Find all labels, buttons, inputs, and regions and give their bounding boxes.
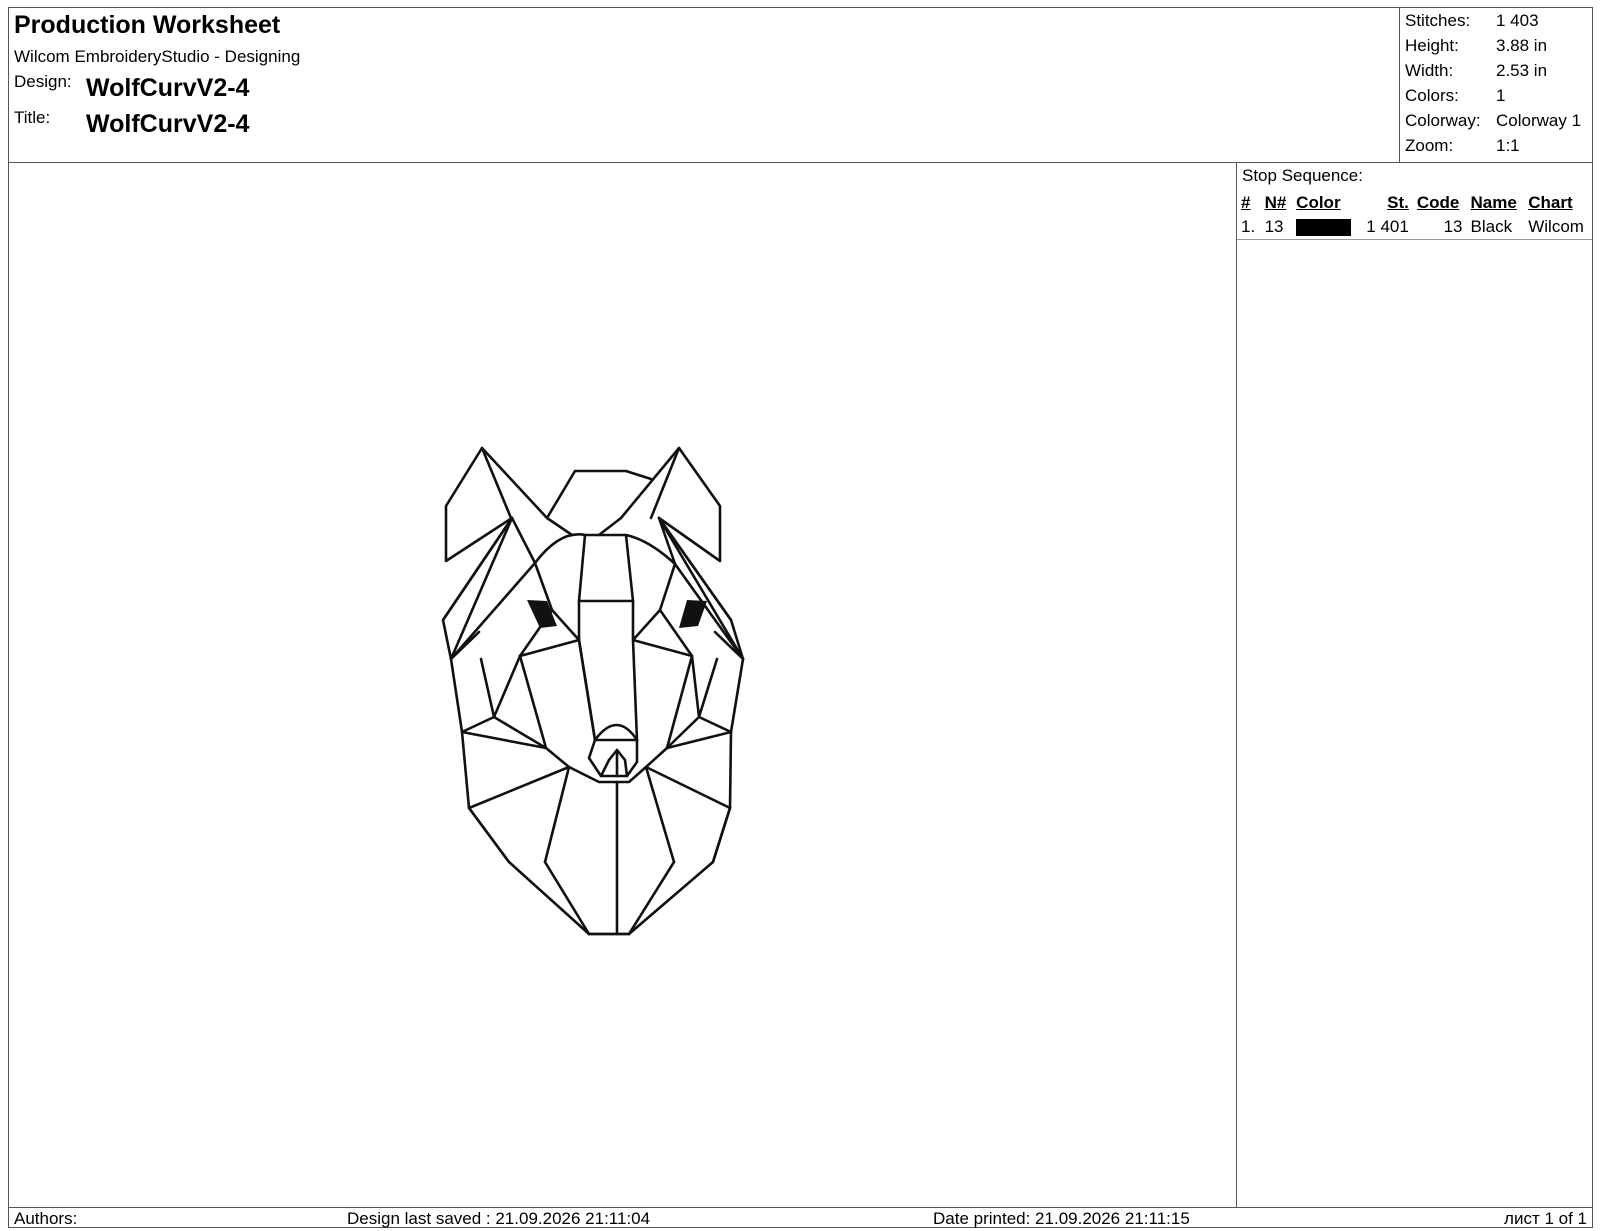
stat-label: Height: [1405,36,1459,55]
stat-label: Stitches: [1405,11,1471,30]
page-number: лист 1 of 1 [1504,1209,1587,1228]
col-name: Name [1470,192,1517,212]
stat-value: Colorway 1 [1496,111,1582,130]
col-code: Code [1416,192,1460,212]
row-name: Black [1466,215,1525,240]
color-swatch [1296,219,1352,237]
stat-value: 1 [1496,86,1506,105]
row-chart: Wilcom [1524,215,1592,240]
stop-sequence-title: Stop Sequence: [1242,166,1363,185]
row-index: 1. [1237,215,1261,240]
col-index: # [1241,192,1251,212]
stat-value: 1 403 [1496,11,1539,30]
stat-label: Colors: [1405,86,1459,105]
col-needle: N# [1264,192,1287,212]
design-title: WolfCurvV2-4 [86,110,250,138]
stop-sequence-panel: Stop Sequence: # N# Color St. Code Name … [1237,162,1592,1207]
stat-label: Zoom: [1405,136,1454,155]
design-name: WolfCurvV2-4 [86,74,250,102]
page-title: Production Worksheet [14,11,281,39]
worksheet-footer: Authors: Design last saved : 21.09.2026 … [9,1207,1592,1228]
row-color [1292,215,1360,240]
stat-value: 2.53 in [1496,61,1548,80]
app-name: Wilcom EmbroideryStudio - Designing [14,47,301,66]
table-row: 1. 13 1 401 13 Black Wilcom [1237,215,1592,240]
right-eye-fill [679,600,707,628]
date-printed: Date printed: 21.09.2026 21:11:15 [933,1209,1190,1228]
stat-value: 3.88 in [1496,36,1548,55]
design-preview-canvas [9,162,1237,1207]
table-header-row: # N# Color St. Code Name Chart [1237,190,1592,215]
production-worksheet: Production Worksheet Wilcom EmbroiderySt… [8,7,1593,1228]
col-color: Color [1296,192,1341,212]
stop-sequence-table: # N# Color St. Code Name Chart 1. 13 1 4… [1237,190,1592,240]
col-chart: Chart [1528,192,1573,212]
row-code: 13 [1412,215,1467,240]
design-stats-panel: Stitches: 1 403 Height: 3.88 in Width: 2… [1399,8,1592,162]
stat-value: 1:1 [1496,136,1520,155]
title-label: Title: [14,108,51,127]
authors-label: Authors: [14,1209,78,1228]
stat-label: Colorway: [1405,111,1481,130]
design-label: Design: [14,72,72,91]
stat-label: Width: [1405,61,1454,80]
row-needle: 13 [1260,215,1293,240]
col-stitches: St. [1387,192,1409,212]
wolf-head-embroidery-icon [441,446,745,936]
row-stitches: 1 401 [1359,215,1413,240]
left-eye-fill [527,600,557,628]
worksheet-header: Production Worksheet Wilcom EmbroiderySt… [9,8,1592,163]
last-saved: Design last saved : 21.09.2026 21:11:04 [347,1209,651,1228]
